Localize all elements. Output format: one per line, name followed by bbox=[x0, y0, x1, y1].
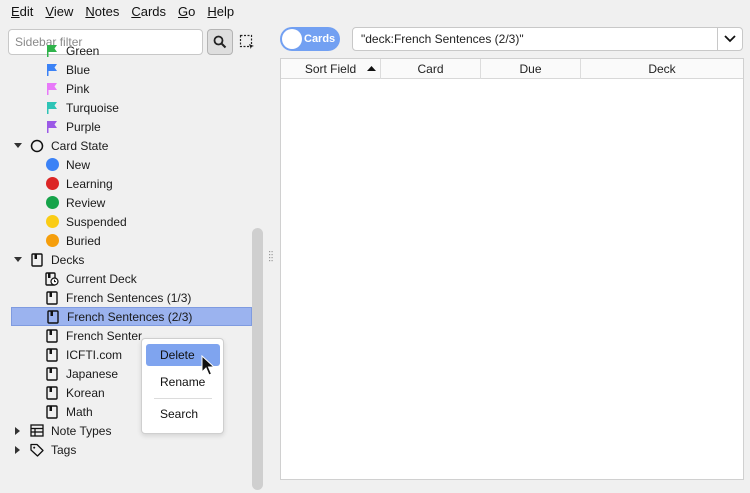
sidebar-item-label: Buried bbox=[66, 233, 101, 248]
chevron-down-icon bbox=[724, 35, 736, 43]
sidebar-item-label: Card State bbox=[51, 138, 109, 153]
menu-item-label: Delete bbox=[160, 348, 195, 362]
mouse-cursor-icon bbox=[201, 355, 215, 376]
sort-ascending-icon bbox=[367, 66, 376, 71]
current-deck-icon bbox=[45, 271, 59, 286]
deck-icon bbox=[30, 252, 44, 267]
deck-icon bbox=[45, 328, 59, 343]
sidebar-item-label: ICFTI.com bbox=[66, 347, 122, 362]
deck-icon bbox=[45, 347, 59, 362]
menu-item-label: Search bbox=[160, 407, 199, 421]
sidebar-item-label: Suspended bbox=[66, 214, 127, 229]
sidebar-item-label: Blue bbox=[66, 62, 91, 77]
column-header-sort-field[interactable]: Sort Field bbox=[281, 59, 381, 79]
chevron-down-icon[interactable] bbox=[13, 255, 23, 265]
flag-icon bbox=[45, 101, 59, 115]
sidebar-item-label: Tags bbox=[51, 442, 77, 457]
flag-icon bbox=[45, 44, 59, 58]
sidebar-item-flag-pink[interactable]: Pink bbox=[0, 79, 252, 98]
sidebar-item-label: Review bbox=[66, 195, 106, 210]
cards-notes-toggle[interactable]: Cards bbox=[280, 27, 340, 51]
sidebar-item-label: Learning bbox=[66, 176, 113, 191]
search-history-dropdown[interactable] bbox=[717, 27, 743, 51]
sidebar-item-deck[interactable]: French Sentences (1/3) bbox=[0, 288, 252, 307]
sidebar-item-flag-purple[interactable]: Purple bbox=[0, 117, 252, 136]
sidebar-item-label: Note Types bbox=[51, 423, 112, 438]
flag-icon bbox=[45, 63, 59, 77]
sidebar-item-deck-selected[interactable]: French Sentences (2/3) bbox=[11, 307, 252, 326]
status-dot-icon bbox=[45, 158, 59, 172]
sidebar-item-state-buried[interactable]: Buried bbox=[0, 231, 252, 250]
column-label: Sort Field bbox=[304, 62, 357, 76]
sidebar-item-label: Purple bbox=[66, 119, 101, 134]
sidebar-scrollbar[interactable] bbox=[252, 228, 263, 490]
menu-view[interactable]: View bbox=[39, 4, 79, 19]
chevron-right-icon[interactable] bbox=[13, 426, 23, 436]
table-header: Sort Field Card Due Deck bbox=[281, 59, 743, 79]
sidebar-item-state-new[interactable]: New bbox=[0, 155, 252, 174]
sidebar-item-label: Pink bbox=[66, 81, 90, 96]
sidebar-item-state-suspended[interactable]: Suspended bbox=[0, 212, 252, 231]
sidebar-item-label: Decks bbox=[51, 252, 85, 267]
deck-icon bbox=[45, 290, 59, 305]
toggle-label: Cards bbox=[304, 33, 336, 45]
sidebar-item-label: Japanese bbox=[66, 366, 119, 381]
deck-icon bbox=[45, 385, 59, 400]
toggle-knob bbox=[282, 29, 302, 49]
search-query-text: "deck:French Sentences (2/3)" bbox=[361, 32, 524, 46]
column-label: Card bbox=[417, 62, 444, 76]
menu-edit[interactable]: Edit bbox=[5, 4, 39, 19]
sidebar-item-flag-green[interactable]: Green bbox=[0, 41, 252, 60]
deck-context-menu: Delete Rename Search bbox=[141, 338, 224, 434]
sidebar-item-tags[interactable]: Tags bbox=[0, 440, 252, 459]
status-dot-icon bbox=[45, 215, 59, 229]
sidebar-item-label: French Sentences (2/3) bbox=[67, 309, 193, 324]
menu-item-label: Rename bbox=[160, 375, 206, 389]
deck-icon bbox=[46, 309, 60, 324]
chevron-right-icon[interactable] bbox=[13, 445, 23, 455]
sidebar-item-label: French Sentences (1/3) bbox=[66, 290, 192, 305]
flag-icon bbox=[45, 82, 59, 96]
sidebar-item-state-learning[interactable]: Learning bbox=[0, 174, 252, 193]
sidebar-item-label: French Senter bbox=[66, 328, 143, 343]
menu-cards[interactable]: Cards bbox=[125, 4, 172, 19]
column-label: Deck bbox=[648, 62, 676, 76]
browser-search-input[interactable]: "deck:French Sentences (2/3)" bbox=[352, 27, 718, 51]
sidebar-item-card-state[interactable]: Card State bbox=[0, 136, 252, 155]
menu-go[interactable]: Go bbox=[172, 4, 201, 19]
note-types-icon bbox=[30, 424, 44, 438]
column-header-card[interactable]: Card bbox=[381, 59, 481, 79]
status-dot-icon bbox=[45, 177, 59, 191]
sidebar-item-flag-turquoise[interactable]: Turquoise bbox=[0, 98, 252, 117]
pane-splitter-handle[interactable] bbox=[268, 250, 274, 264]
sidebar-item-label: Korean bbox=[66, 385, 105, 400]
sidebar-item-flag-blue[interactable]: Blue bbox=[0, 60, 252, 79]
menu-separator bbox=[154, 398, 212, 399]
cards-table: Sort Field Card Due Deck bbox=[280, 58, 744, 480]
sidebar-item-label: New bbox=[66, 157, 91, 172]
deck-icon bbox=[45, 404, 59, 419]
tag-icon bbox=[30, 443, 44, 457]
circle-outline-icon bbox=[30, 139, 44, 153]
sidebar-item-label: Turquoise bbox=[66, 100, 119, 115]
menu-help[interactable]: Help bbox=[201, 4, 240, 19]
sidebar-item-decks[interactable]: Decks bbox=[0, 250, 252, 269]
menu-notes[interactable]: Notes bbox=[79, 4, 125, 19]
chevron-down-icon[interactable] bbox=[13, 141, 23, 151]
status-dot-icon bbox=[45, 234, 59, 248]
sidebar-item-label: Current Deck bbox=[66, 271, 137, 286]
context-menu-search[interactable]: Search bbox=[146, 403, 220, 425]
sidebar-item-label: Math bbox=[66, 404, 93, 419]
column-header-due[interactable]: Due bbox=[481, 59, 581, 79]
grip-icon bbox=[269, 251, 273, 262]
deck-icon bbox=[45, 366, 59, 381]
menubar: Edit View Notes Cards Go Help bbox=[0, 0, 750, 22]
flag-icon bbox=[45, 120, 59, 134]
sidebar-item-deck-current[interactable]: Current Deck bbox=[0, 269, 252, 288]
status-dot-icon bbox=[45, 196, 59, 210]
column-header-deck[interactable]: Deck bbox=[581, 59, 743, 79]
column-label: Due bbox=[519, 62, 542, 76]
sidebar-item-label: Green bbox=[66, 43, 100, 58]
sidebar-item-state-review[interactable]: Review bbox=[0, 193, 252, 212]
